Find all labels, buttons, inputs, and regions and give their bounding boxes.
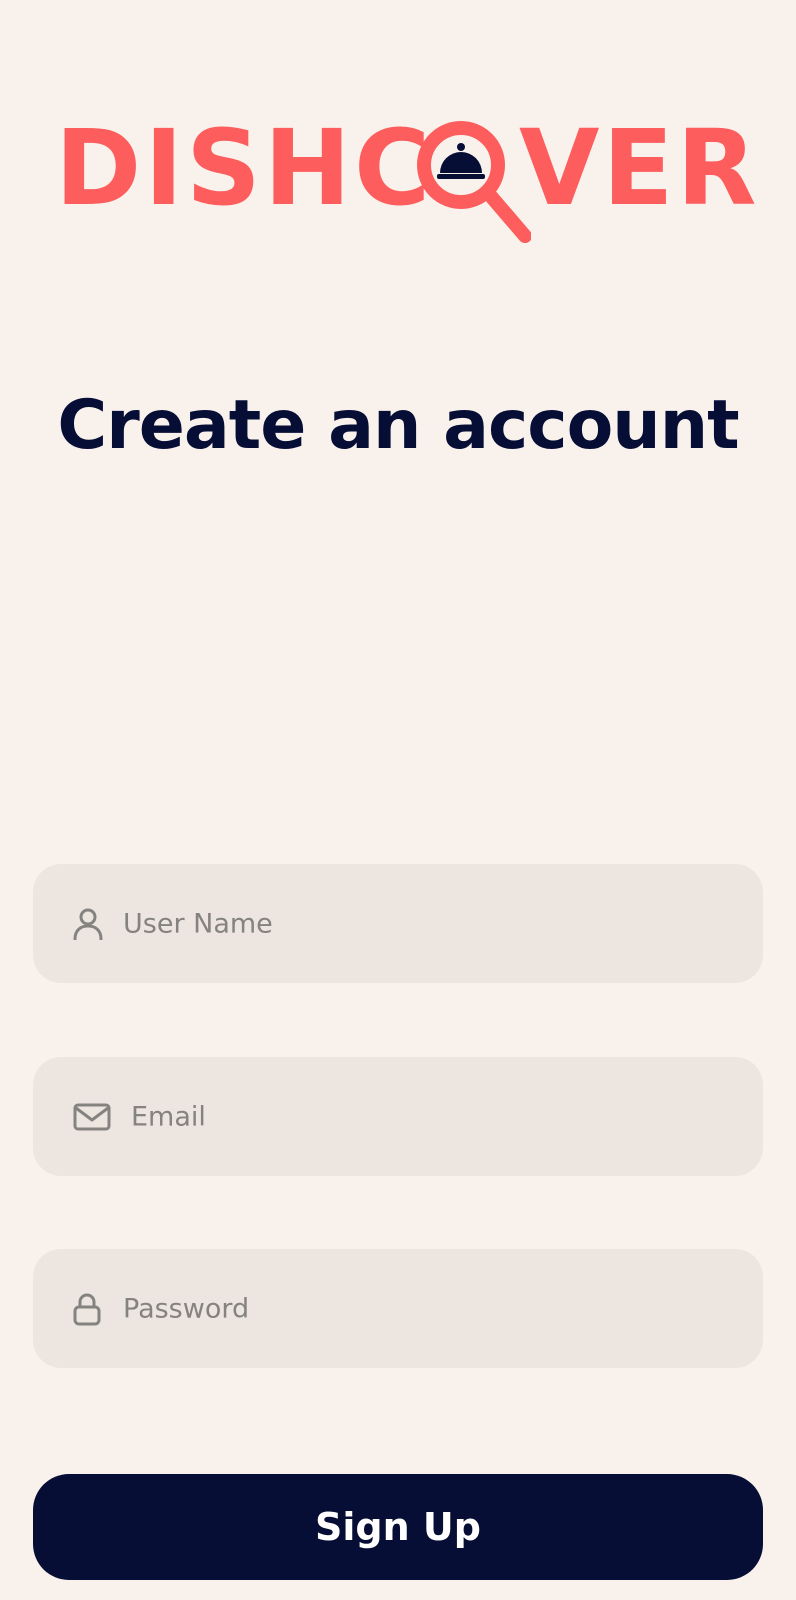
email-field[interactable]: Email <box>33 1057 763 1176</box>
lock-icon <box>73 1293 101 1325</box>
username-placeholder: User Name <box>123 908 273 939</box>
magnifier-cloche-icon <box>417 121 531 243</box>
page-title: Create an account <box>57 386 739 465</box>
password-field[interactable]: Password <box>33 1249 763 1368</box>
mail-icon <box>73 1103 111 1130</box>
email-placeholder: Email <box>131 1101 206 1132</box>
password-placeholder: Password <box>123 1293 250 1324</box>
sign-up-button[interactable]: Sign Up <box>33 1474 763 1580</box>
user-icon <box>73 908 103 940</box>
logo-text-left: DISHC <box>55 107 434 229</box>
app-logo: DISHC VER <box>55 107 757 248</box>
logo-text-right: VER <box>519 107 760 229</box>
username-field[interactable]: User Name <box>33 864 763 983</box>
